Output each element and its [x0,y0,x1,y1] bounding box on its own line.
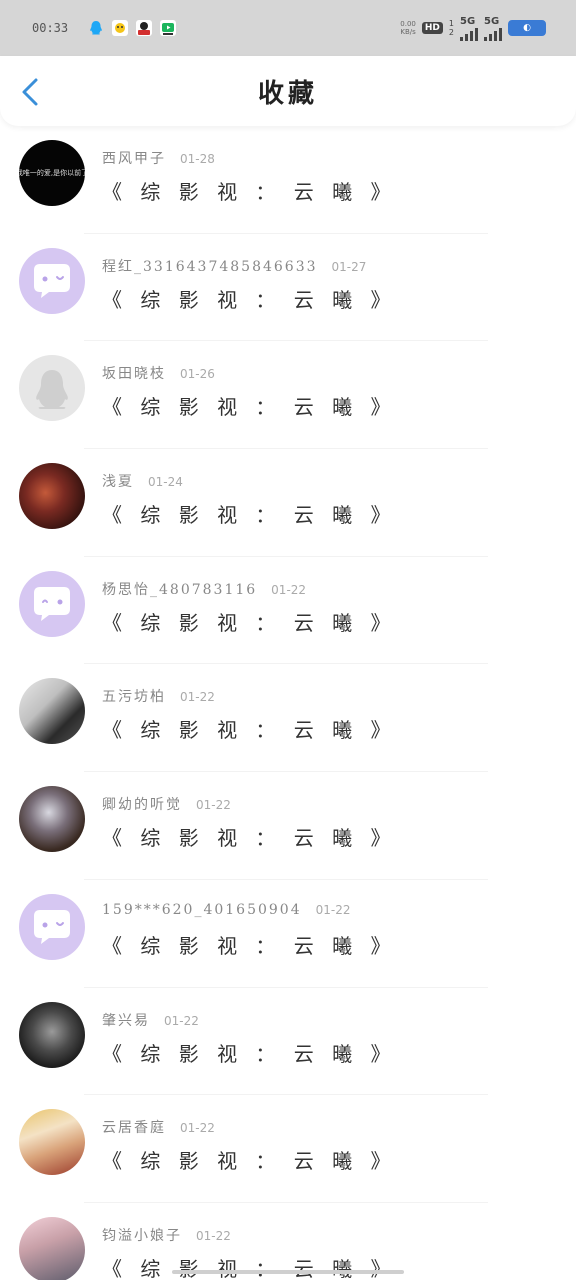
avatar[interactable] [19,570,85,637]
avatar[interactable]: 我唯一的爱,是你以前了 [19,140,85,206]
default-avatar-chat-icon [34,909,70,944]
sim1-label: 1 [448,19,454,28]
work-title[interactable]: 《 综 影 视 ： 云 曦 》 [102,1038,397,1067]
work-title[interactable]: 《 综 影 视 ： 云 曦 》 [102,284,397,313]
avatar[interactable] [19,786,85,853]
list-item[interactable]: 杨思怡_480783116 01-22 《 综 影 视 ： 云 曦 》 [0,557,576,665]
date: 01-22 [315,902,351,917]
item-meta: 西风甲子 01-28 [102,148,215,168]
chevron-left-icon [22,78,38,106]
username[interactable]: 浅夏 [102,471,134,491]
list-item[interactable]: 卿幼的听觉 01-22 《 综 影 视 ： 云 曦 》 [0,772,576,880]
avatar[interactable] [19,1001,85,1068]
date: 01-27 [331,259,367,274]
work-title[interactable]: 《 综 影 视 ： 云 曦 》 [102,1253,397,1280]
page-title: 收藏 [257,78,318,109]
network-speed-value: 0.00 [400,20,416,28]
work-title[interactable]: 《 综 影 视 ： 云 曦 》 [102,499,397,528]
sim-indicators: 1 2 [449,19,454,37]
signal-2: 5G [484,16,502,41]
network-speed-unit: KB/s [400,28,416,36]
battery-icon: ◐ [508,20,546,36]
avatar[interactable] [19,463,85,530]
clock: 00:33 [32,21,69,35]
hd-icon: HD [421,22,443,34]
signal-bars-icon [460,27,478,41]
item-meta: 杨思怡_480783116 01-22 [102,579,306,599]
game-app-icon [136,20,153,36]
item-meta: 钧溢小娘子 01-22 [102,1225,231,1245]
notification-icons [88,20,177,36]
home-indicator[interactable] [172,1270,404,1274]
work-title[interactable]: 《 综 影 视 ： 云 曦 》 [102,822,397,851]
list-item[interactable]: 肇兴易 01-22 《 综 影 视 ： 云 曦 》 [0,988,576,1096]
list-item[interactable]: 五污坊柏 01-22 《 综 影 视 ： 云 曦 》 [0,664,576,773]
signal-bars-icon [484,27,502,41]
date: 01-22 [271,582,307,597]
avatar[interactable] [19,1216,85,1280]
avatar[interactable] [19,1109,85,1176]
list-item[interactable]: 我唯一的爱,是你以前了 西风甲子 01-28 《 综 影 视 ： 云 曦 》 [0,126,576,234]
qq-icon [88,20,104,36]
list-item[interactable]: 159***620_401650904 01-22 《 综 影 视 ： 云 曦 … [0,880,576,988]
item-meta: 肇兴易 01-22 [102,1010,199,1030]
avatar[interactable] [19,678,85,745]
item-meta: 程红_3316437485846633 01-27 [102,256,366,276]
work-title[interactable]: 《 综 影 视 ： 云 曦 》 [102,1145,397,1174]
chat-app-icon [112,20,129,36]
network-type-1: 5G [460,15,476,27]
date: 01-22 [196,798,231,813]
sim2-label: 2 [448,28,454,37]
username[interactable]: 肇兴易 [102,1010,150,1030]
work-title[interactable]: 《 综 影 视 ： 云 曦 》 [102,930,397,959]
avatar-text: 我唯一的爱,是你以前了 [19,169,85,177]
username[interactable]: 杨思怡_480783116 [102,579,257,599]
avatar[interactable] [19,247,85,314]
item-meta: 浅夏 01-24 [102,471,183,491]
date: 01-22 [180,1121,215,1136]
favorites-list: 我唯一的爱,是你以前了 西风甲子 01-28 《 综 影 视 ： 云 曦 》 程… [0,126,576,1280]
default-avatar-chat-icon [34,263,70,298]
list-item[interactable]: 程红_3316437485846633 01-27 《 综 影 视 ： 云 曦 … [0,234,576,342]
item-meta: 159***620_401650904 01-22 [102,902,350,918]
username[interactable]: 钧溢小娘子 [102,1225,182,1245]
network-speed: 0.00 KB/s [400,20,416,36]
signal-1: 5G [460,16,478,41]
username[interactable]: 程红_3316437485846633 [102,256,318,276]
item-meta: 五污坊柏 01-22 [102,686,215,706]
username[interactable]: 西风甲子 [102,148,166,168]
item-meta: 云居香庭 01-22 [102,1117,215,1137]
system-status: 0.00 KB/s HD 1 2 5G 5G ◐ [400,16,546,41]
list-item[interactable]: 钧溢小娘子 01-22 《 综 影 视 ： 云 曦 》 [0,1203,576,1280]
item-meta: 卿幼的听觉 01-22 [102,794,231,814]
date: 01-24 [148,475,183,490]
default-avatar-chat-icon [34,586,70,621]
date: 01-22 [164,1013,199,1028]
list-item[interactable]: 云居香庭 01-22 《 综 影 视 ： 云 曦 》 [0,1095,576,1203]
avatar[interactable] [19,355,85,422]
date: 01-26 [180,367,215,382]
work-title[interactable]: 《 综 影 视 ： 云 曦 》 [102,714,397,743]
work-title[interactable]: 《 综 影 视 ： 云 曦 》 [102,176,397,205]
back-button[interactable] [18,76,46,108]
date: 01-22 [180,690,215,705]
network-type-2: 5G [484,15,500,27]
list-item[interactable]: 浅夏 01-24 《 综 影 视 ： 云 曦 》 [0,449,576,557]
default-penguin-avatar-icon [36,370,68,410]
item-meta: 坂田晓枝 01-26 [102,363,215,383]
list-item[interactable]: 坂田晓枝 01-26 《 综 影 视 ： 云 曦 》 [0,341,576,450]
avatar[interactable] [19,893,85,960]
username[interactable]: 卿幼的听觉 [102,794,182,814]
work-title[interactable]: 《 综 影 视 ： 云 曦 》 [102,607,397,636]
username[interactable]: 坂田晓枝 [102,363,166,383]
date: 01-22 [196,1228,231,1243]
status-bar: 00:33 0.00 KB/s HD 1 2 5G 5G ◐ [0,0,576,56]
nav-header: 收藏 [0,56,576,126]
work-title[interactable]: 《 综 影 视 ： 云 曦 》 [102,391,397,420]
username[interactable]: 五污坊柏 [102,686,166,706]
username[interactable]: 云居香庭 [102,1117,166,1137]
date: 01-28 [180,152,215,166]
video-app-icon [160,20,177,36]
username[interactable]: 159***620_401650904 [102,902,302,918]
